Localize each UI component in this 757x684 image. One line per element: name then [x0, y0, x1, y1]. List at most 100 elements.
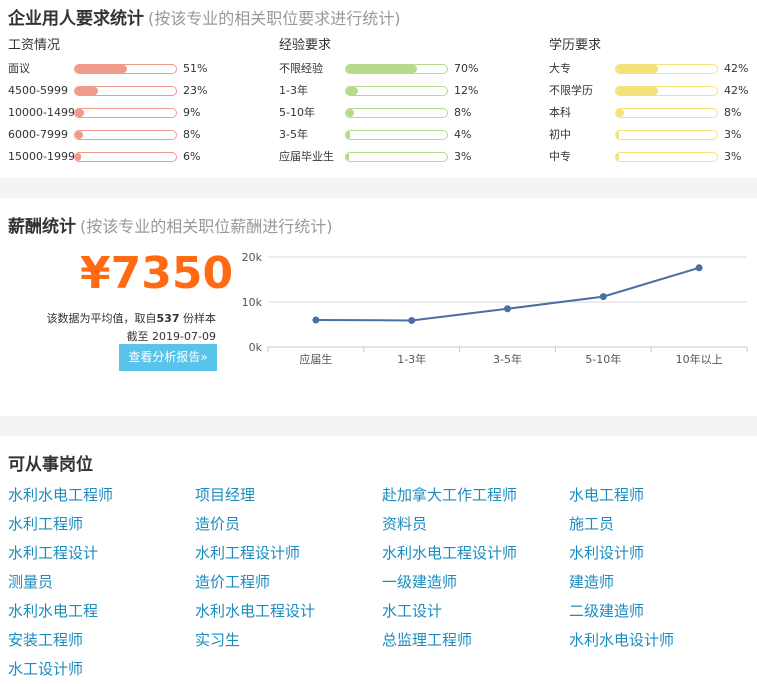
experience-bar-track	[345, 108, 448, 118]
education-label: 大专	[549, 62, 571, 75]
job-link[interactable]: 资料员	[382, 513, 427, 534]
job-link[interactable]: 赴加拿大工作工程师	[382, 484, 517, 505]
jobs-title: 可从事岗位	[8, 455, 93, 475]
experience-label: 应届毕业生	[279, 150, 334, 163]
data-point[interactable]	[599, 293, 607, 301]
job-link[interactable]: 水利水电工程	[8, 600, 98, 621]
job-link[interactable]: 水利工程设计师	[195, 542, 300, 563]
education-label: 本科	[549, 106, 571, 119]
experience-percent: 12%	[454, 84, 479, 97]
x-tick-label: 1-3年	[397, 352, 426, 366]
x-tick-label: 应届生	[299, 352, 332, 366]
requirements-subtitle: (按该专业的相关职位要求进行统计)	[148, 9, 401, 28]
experience-label: 不限经验	[279, 62, 323, 75]
salary-row: 4500-5999 23%	[8, 80, 238, 102]
experience-row: 不限经验 70%	[279, 58, 509, 80]
salary-label: 4500-5999	[8, 84, 68, 97]
experience-bar-track	[345, 64, 448, 74]
x-tick-label: 3-5年	[493, 352, 522, 366]
education-row: 本科 8%	[549, 102, 757, 124]
sample-count: 537	[156, 312, 180, 325]
average-salary: ¥7350	[80, 248, 234, 299]
salary-bar-track	[74, 64, 177, 74]
requirements-title: 企业用人要求统计	[8, 9, 144, 29]
experience-bar-fill	[346, 109, 355, 117]
data-point[interactable]	[408, 316, 416, 324]
section-divider	[0, 178, 757, 198]
salary-line-chart: 0k 10k 20k 应届生 1-3年 3-5年 5-10年 10年以上	[242, 251, 748, 366]
experience-percent: 3%	[454, 150, 472, 163]
job-link[interactable]: 安装工程师	[8, 629, 83, 650]
job-link[interactable]: 水利工程设计	[8, 542, 98, 563]
salary-label: 15000-19999	[8, 150, 74, 163]
experience-bar-track	[345, 86, 448, 96]
salary-bar-track	[74, 86, 177, 96]
salary-label: 6000-7999	[8, 128, 68, 141]
job-link[interactable]: 水利工程师	[8, 513, 83, 534]
job-link[interactable]: 水利水电工程设计	[195, 600, 315, 621]
data-point[interactable]	[312, 316, 320, 324]
salary-percent: 9%	[183, 106, 201, 119]
job-link[interactable]: 建造师	[569, 571, 614, 592]
job-link[interactable]: 测量员	[8, 571, 53, 592]
job-link[interactable]: 水利水电工程师	[8, 484, 113, 505]
job-link[interactable]: 施工员	[569, 513, 614, 534]
salary-column-title: 工资情况	[8, 38, 61, 53]
job-link[interactable]: 实习生	[195, 629, 240, 650]
education-column-title: 学历要求	[549, 38, 602, 53]
education-row: 大专 42%	[549, 58, 757, 80]
job-link[interactable]: 造价员	[195, 513, 240, 534]
education-bar-fill	[616, 131, 620, 139]
education-bar-track	[615, 130, 718, 140]
requirements-header: 企业用人要求统计 (按该专业的相关职位要求进行统计)	[8, 4, 401, 29]
job-link[interactable]: 总监理工程师	[382, 629, 472, 650]
education-column: 学历要求 大专 42% 不限学历 42% 本科 8% 初中 3% 中专 3%	[549, 36, 757, 168]
experience-bar-track	[345, 152, 448, 162]
job-link[interactable]: 一级建造师	[382, 571, 457, 592]
experience-percent: 8%	[454, 106, 472, 119]
education-bar-track	[615, 64, 718, 74]
education-percent: 42%	[724, 62, 749, 75]
job-link[interactable]: 水利水电设计师	[569, 629, 674, 650]
job-link[interactable]: 项目经理	[195, 484, 255, 505]
job-link[interactable]: 造价工程师	[195, 571, 270, 592]
job-link[interactable]: 水电工程师	[569, 484, 644, 505]
salary-percent: 6%	[183, 150, 201, 163]
job-link[interactable]: 水利设计师	[569, 542, 644, 563]
x-tick-label: 5-10年	[585, 352, 621, 366]
job-link[interactable]: 二级建造师	[569, 600, 644, 621]
education-percent: 8%	[724, 106, 742, 119]
salary-label: 面议	[8, 62, 30, 75]
salary-bar-fill	[75, 87, 99, 95]
salary-bar-fill	[75, 153, 82, 161]
data-point[interactable]	[695, 264, 703, 272]
job-link[interactable]: 水工设计师	[8, 658, 83, 679]
salary-row: 10000-14999 9%	[8, 102, 238, 124]
experience-column-title: 经验要求	[279, 38, 332, 53]
education-bar-track	[615, 108, 718, 118]
education-label: 中专	[549, 150, 571, 163]
education-label: 初中	[549, 128, 571, 141]
education-row: 不限学历 42%	[549, 80, 757, 102]
salary-row: 6000-7999 8%	[8, 124, 238, 146]
salary-bar-fill	[75, 131, 84, 139]
date-note: 截至 2019-07-09	[126, 330, 216, 343]
experience-row: 5-10年 8%	[279, 102, 509, 124]
experience-bar-track	[345, 130, 448, 140]
sample-note-prefix: 该数据为平均值，取自	[46, 312, 157, 325]
experience-row: 1-3年 12%	[279, 80, 509, 102]
salary-bar-track	[74, 152, 177, 162]
job-link[interactable]: 水利水电工程设计师	[382, 542, 517, 563]
salary-row: 15000-19999 6%	[8, 146, 238, 168]
job-link[interactable]: 水工设计	[382, 600, 442, 621]
experience-bar-fill	[346, 65, 417, 73]
data-point[interactable]	[504, 305, 511, 313]
salary-bar-fill	[75, 65, 127, 73]
education-bar-track	[615, 86, 718, 96]
education-row: 中专 3%	[549, 146, 757, 168]
experience-bar-fill	[346, 153, 350, 161]
series-line	[315, 266, 700, 322]
education-percent: 3%	[724, 150, 742, 163]
view-report-button[interactable]: 查看分析报告»	[119, 344, 217, 371]
salary-bar-fill	[75, 109, 85, 117]
